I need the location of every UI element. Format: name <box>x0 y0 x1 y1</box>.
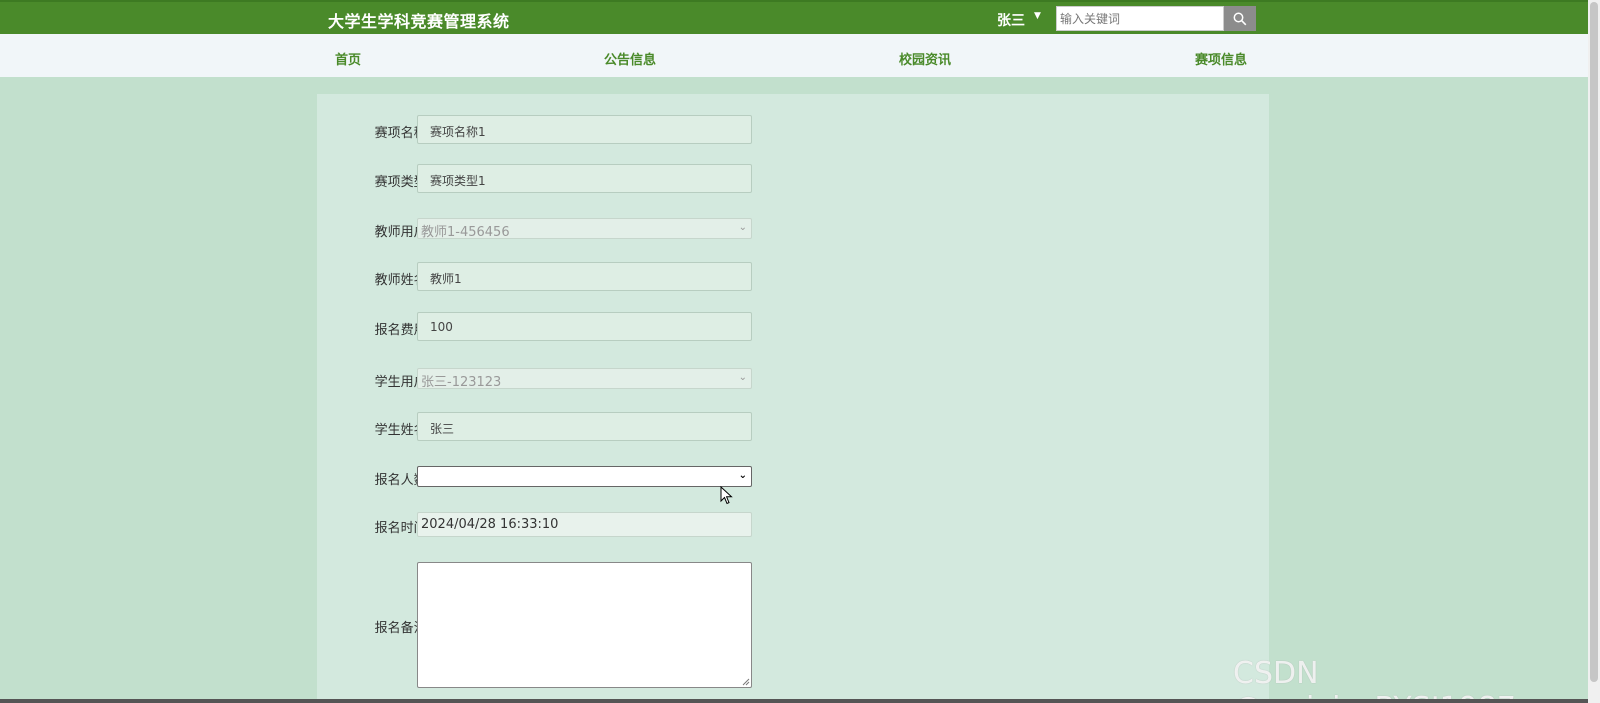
nav-item-home[interactable]: 首页 <box>335 49 361 68</box>
select-value: 张三-123123 <box>421 375 502 390</box>
watermark-text: CSDN @weixin_BYSJ1987 <box>1233 656 1516 703</box>
competition-name-field[interactable]: 赛项名称1 <box>417 115 752 144</box>
site-title: 大学生学科竞赛管理系统 <box>328 12 510 31</box>
resize-grip-icon[interactable] <box>742 678 750 686</box>
teacher-user-select[interactable]: 教师1-456456 ⌄ <box>417 218 752 240</box>
student-name-field[interactable]: 张三 <box>417 412 752 441</box>
nav-item-competitions[interactable]: 赛项信息 <box>1195 49 1247 68</box>
select-value: 教师1-456456 <box>421 225 510 240</box>
registration-notes-textarea[interactable] <box>417 562 752 688</box>
student-user-select[interactable]: 张三-123123 ⌄ <box>417 368 752 390</box>
participant-count-select[interactable]: ⌄ <box>417 466 752 487</box>
registration-fee-field[interactable]: 100 <box>417 312 752 341</box>
user-name-dropdown[interactable]: 张三 <box>997 10 1025 30</box>
top-header-bar: 大学生学科竞赛管理系统 张三 ▼ <box>0 0 1588 34</box>
scrollbar-thumb[interactable] <box>1590 2 1598 682</box>
search-button[interactable] <box>1224 6 1256 31</box>
registration-time-field[interactable]: 2024/04/28 16:33:10 <box>417 512 752 537</box>
nav-item-campus-news[interactable]: 校园资讯 <box>899 49 951 68</box>
chevron-down-icon: ⌄ <box>738 470 747 481</box>
nav-item-announcements[interactable]: 公告信息 <box>604 49 656 68</box>
mouse-cursor-icon <box>720 486 733 505</box>
main-nav: 首页 公告信息 校园资讯 赛项信息 <box>0 34 1588 77</box>
competition-type-field[interactable]: 赛项类型1 <box>417 164 752 193</box>
caret-down-icon[interactable]: ▼ <box>1034 11 1041 21</box>
page-scrollbar[interactable] <box>1588 0 1600 703</box>
bottom-edge-strip <box>0 699 1588 703</box>
chevron-down-icon: ⌄ <box>738 372 747 383</box>
registration-form-panel: 赛项名称: 赛项名称1 赛项类型: 赛项类型1 教师用户: 教师1-456456… <box>317 94 1269 703</box>
search-icon <box>1233 12 1247 25</box>
chevron-down-icon: ⌄ <box>738 222 747 233</box>
teacher-name-field[interactable]: 教师1 <box>417 262 752 291</box>
search-input[interactable] <box>1056 6 1224 31</box>
